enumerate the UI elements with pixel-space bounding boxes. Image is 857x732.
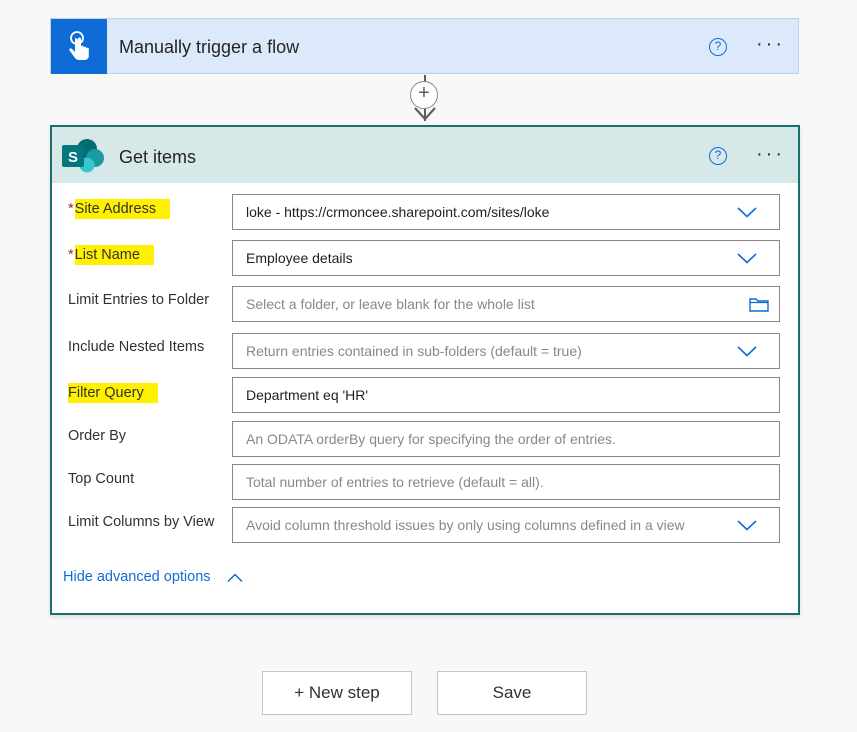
get-items-help-icon[interactable]: ?	[709, 147, 727, 165]
order-by-label: Order By	[68, 428, 127, 444]
top-count-label: Top Count	[68, 471, 135, 487]
get-items-more-icon[interactable]: ···	[756, 144, 785, 164]
sharepoint-letter: S	[68, 149, 78, 166]
site-address-label: *Site Address	[68, 199, 171, 219]
filter-query-input[interactable]: Department eq 'HR'	[232, 377, 780, 413]
include-nested-placeholder: Return entries contained in sub-folders …	[246, 343, 582, 359]
chevron-up-icon[interactable]	[227, 573, 243, 583]
trigger-help-icon[interactable]: ?	[709, 38, 727, 56]
limit-entries-label: Limit Entries to Folder	[68, 292, 210, 308]
limit-columns-placeholder: Avoid column threshold issues by only us…	[246, 517, 685, 533]
list-name-value: Employee details	[246, 250, 353, 266]
order-by-placeholder: An ODATA orderBy query for specifying th…	[246, 431, 616, 447]
save-button[interactable]: Save	[437, 671, 587, 715]
chevron-down-icon[interactable]	[737, 207, 757, 218]
list-name-dropdown[interactable]: Employee details	[232, 240, 780, 276]
filter-query-value: Department eq 'HR'	[246, 387, 369, 403]
trigger-more-icon[interactable]: ···	[756, 34, 785, 54]
include-nested-dropdown[interactable]: Return entries contained in sub-folders …	[232, 333, 780, 369]
site-address-dropdown[interactable]: loke - https://crmoncee.sharepoint.com/s…	[232, 194, 780, 230]
limit-columns-label: Limit Columns by View	[68, 514, 215, 530]
hand-touch-icon	[69, 30, 89, 60]
trigger-title[interactable]: Manually trigger a flow	[119, 37, 299, 58]
required-mark: *	[68, 247, 74, 263]
filter-query-label: Filter Query	[68, 383, 158, 403]
get-items-title[interactable]: Get items	[119, 147, 196, 168]
limit-entries-folder-field[interactable]: Select a folder, or leave blank for the …	[232, 286, 780, 322]
top-count-input[interactable]: Total number of entries to retrieve (def…	[232, 464, 780, 500]
trigger-card[interactable]: Manually trigger a flow ? ···	[50, 18, 799, 74]
chevron-down-icon[interactable]	[737, 253, 757, 264]
top-count-placeholder: Total number of entries to retrieve (def…	[246, 474, 544, 490]
get-items-card: S Get items ? ··· *Site Address loke - h…	[50, 125, 800, 615]
new-step-button[interactable]: + New step	[262, 671, 412, 715]
trigger-icon-box	[51, 19, 107, 74]
list-name-label: *List Name	[68, 245, 154, 265]
order-by-input[interactable]: An ODATA orderBy query for specifying th…	[232, 421, 780, 457]
site-address-value: loke - https://crmoncee.sharepoint.com/s…	[246, 204, 550, 220]
include-nested-label: Include Nested Items	[68, 339, 205, 355]
limit-columns-dropdown[interactable]: Avoid column threshold issues by only us…	[232, 507, 780, 543]
limit-entries-placeholder: Select a folder, or leave blank for the …	[246, 296, 535, 312]
hide-advanced-options-link[interactable]: Hide advanced options	[63, 569, 211, 585]
required-mark: *	[68, 201, 74, 217]
folder-icon[interactable]	[749, 296, 769, 312]
chevron-down-icon[interactable]	[737, 520, 757, 531]
arrow-down-icon	[414, 107, 436, 121]
chevron-down-icon[interactable]	[737, 346, 757, 357]
insert-step-button[interactable]: +	[410, 81, 438, 109]
sharepoint-icon: S	[62, 139, 104, 173]
get-items-header[interactable]: S Get items ? ···	[52, 127, 798, 183]
